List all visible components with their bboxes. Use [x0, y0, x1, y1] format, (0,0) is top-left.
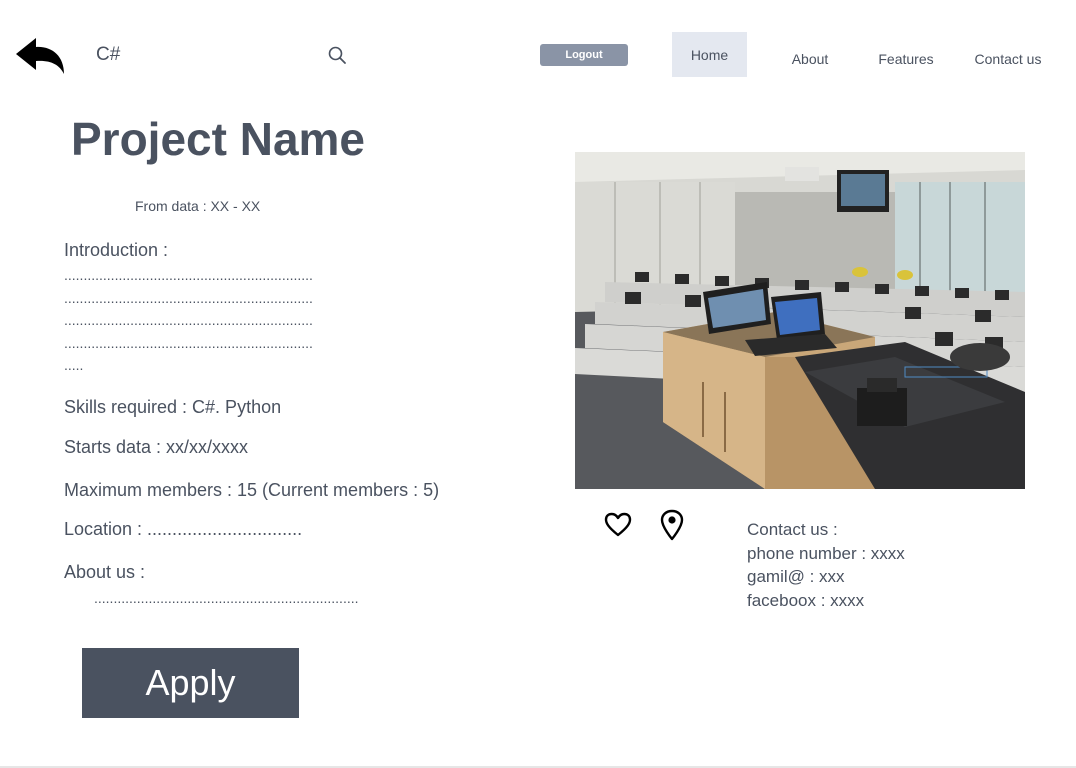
search-icon[interactable]: [327, 45, 347, 65]
nav-features[interactable]: Features: [872, 48, 940, 70]
location-pin-icon[interactable]: [659, 509, 685, 541]
contact-gmail: gamil@ : xxx: [747, 567, 845, 586]
skills-required: Skills required : C#. Python: [64, 397, 282, 417]
maximum-members: Maximum members : 15 (Current members : …: [64, 480, 440, 500]
logout-button[interactable]: Logout: [540, 44, 628, 66]
heart-icon[interactable]: [604, 511, 632, 539]
start-date: Starts data : xx/xx/xxxx: [64, 437, 249, 457]
from-date: From data : XX - XX: [135, 198, 261, 214]
about-us-text: ........................................…: [94, 590, 359, 606]
location: Location : .............................…: [64, 519, 303, 539]
brand-label: C#: [96, 44, 121, 65]
about-us-label: About us :: [64, 562, 146, 582]
introduction-text: ........................................…: [64, 267, 313, 373]
contact-info: Contact us : phone number : xxxx gamil@ …: [747, 518, 905, 612]
contact-facebook: faceboox : xxxx: [747, 590, 865, 610]
introduction-label: Introduction :: [64, 240, 169, 260]
nav-contact-us[interactable]: Contact us: [970, 48, 1046, 70]
apply-button[interactable]: Apply: [82, 648, 299, 718]
contact-heading: Contact us :: [747, 520, 838, 539]
project-title: Project Name: [71, 113, 366, 165]
project-photo: [575, 152, 1025, 489]
contact-phone: phone number : xxxx: [747, 543, 905, 563]
nav-home[interactable]: Home: [672, 32, 747, 77]
back-arrow-icon[interactable]: [14, 34, 68, 78]
nav-about[interactable]: About: [780, 48, 840, 70]
